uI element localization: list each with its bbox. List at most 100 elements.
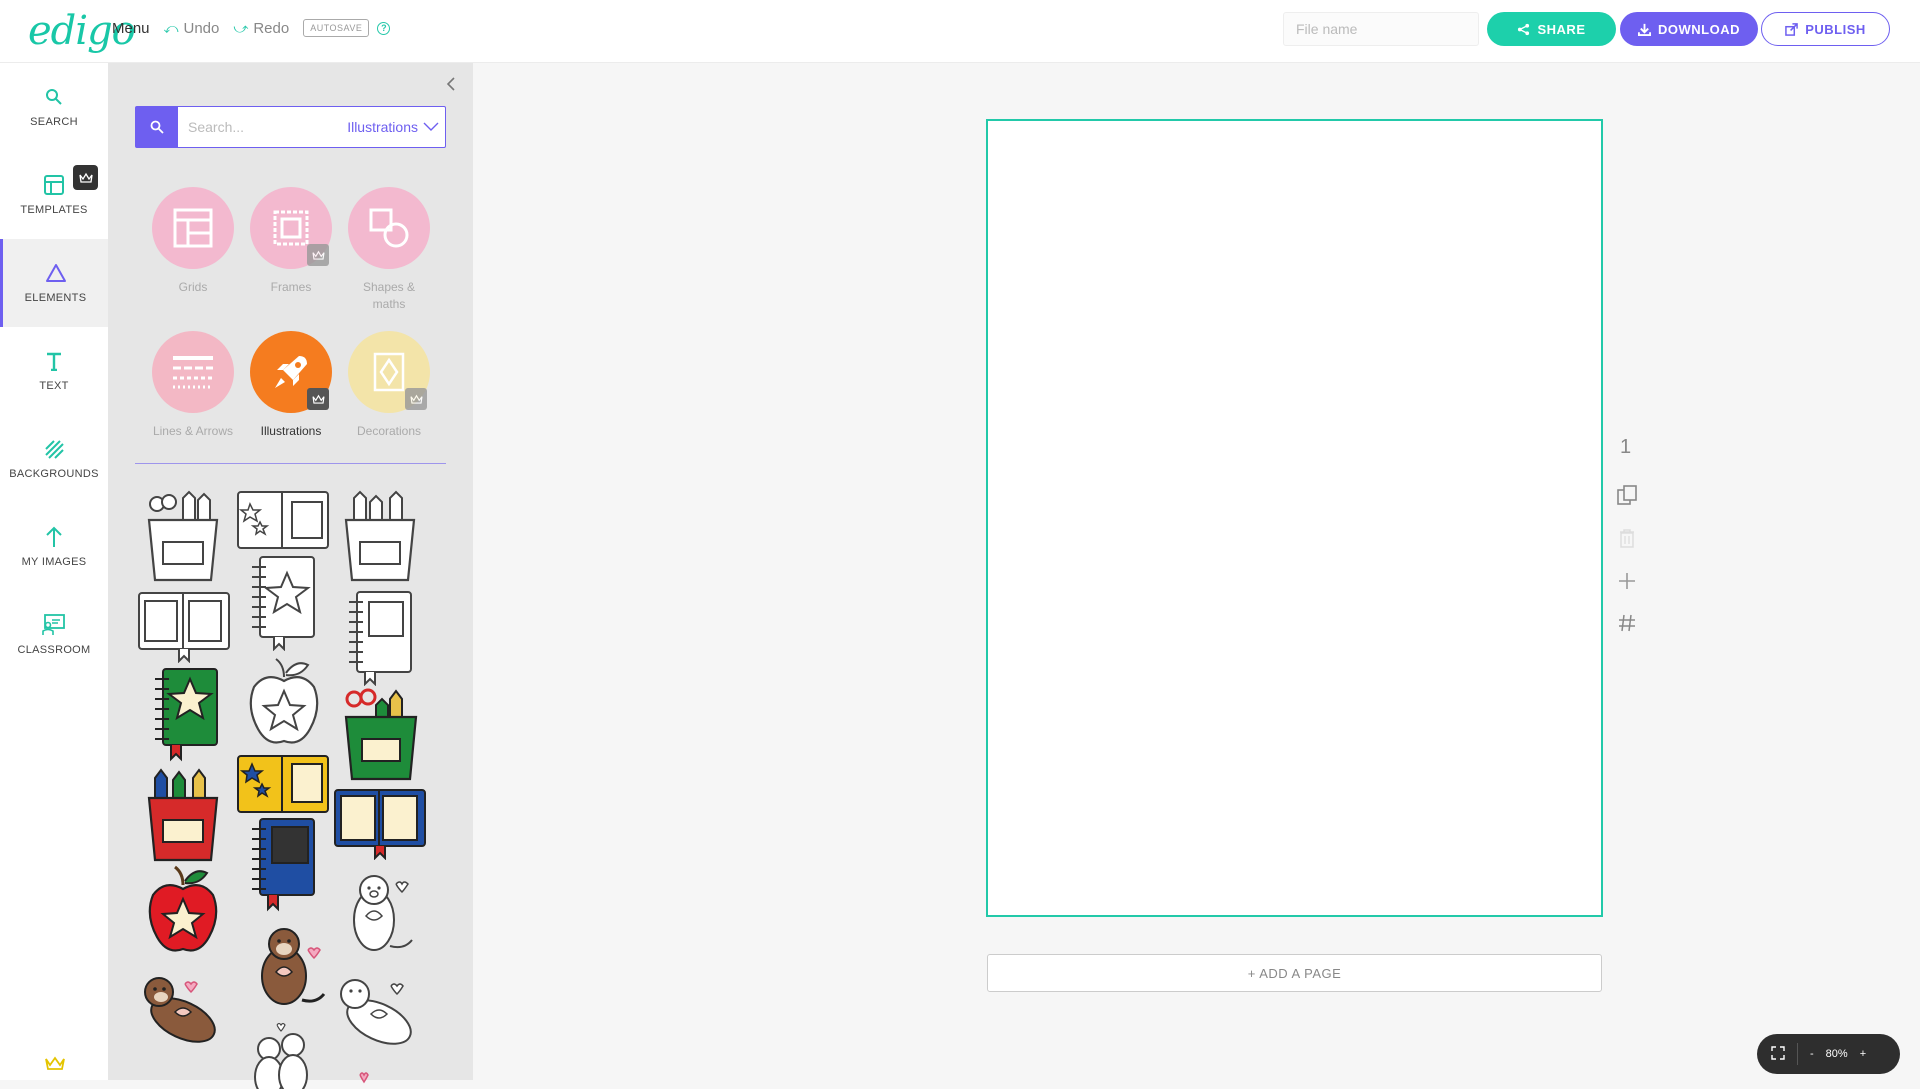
- autosave-toggle[interactable]: AUTOSAVE: [303, 19, 370, 37]
- share-label: SHARE: [1537, 21, 1586, 37]
- grids-icon: [152, 187, 234, 269]
- share-icon: [1518, 23, 1530, 35]
- category-dropdown-value: Illustrations: [347, 119, 418, 135]
- rail-item-search[interactable]: SEARCH: [0, 63, 108, 151]
- hearts-illustration[interactable]: [357, 1070, 377, 1086]
- blue-open-notebook-illustration[interactable]: [333, 788, 429, 860]
- element-search: Illustrations: [135, 106, 446, 148]
- search-input[interactable]: [178, 108, 338, 146]
- text-icon: [45, 350, 63, 372]
- publish-icon: [1785, 22, 1799, 36]
- apple-outline-illustration[interactable]: [246, 657, 322, 749]
- chevron-down-icon: [423, 122, 439, 131]
- upload-arrow-icon: [45, 526, 63, 548]
- top-nav: Menu ⤺ Undo ⤻ Redo AUTOSAVE ?: [112, 19, 391, 37]
- otter-outline-floating-illustration[interactable]: [335, 972, 425, 1058]
- green-pencil-cup-illustration[interactable]: [340, 687, 422, 783]
- redo-button[interactable]: ⤻ Redo: [233, 20, 289, 37]
- duplicate-page-icon[interactable]: [1615, 483, 1639, 507]
- pencil-cup-outline-illustration[interactable]: [143, 490, 223, 585]
- red-pencil-cup-illustration[interactable]: [143, 768, 223, 864]
- rail-item-classroom[interactable]: CLASSROOM: [0, 591, 108, 679]
- redo-label: Redo: [253, 19, 290, 37]
- brown-otter-illustration[interactable]: [246, 922, 328, 1012]
- rail-item-templates[interactable]: TEMPLATES: [0, 151, 108, 239]
- premium-crown-icon: [307, 244, 329, 266]
- category-label: Shapes & maths: [362, 280, 416, 311]
- rail-item-elements[interactable]: ELEMENTS: [0, 239, 108, 327]
- category-decorations[interactable]: Decorations: [348, 331, 430, 440]
- green-star-notebook-illustration[interactable]: [149, 667, 221, 763]
- classroom-icon: [42, 614, 66, 636]
- category-label: Decorations: [356, 424, 422, 438]
- open-notebook-outline-illustration[interactable]: [137, 591, 231, 663]
- spiral-notebook-outline-illustration[interactable]: [343, 590, 415, 686]
- yellow-open-notebook-illustration[interactable]: [236, 754, 332, 816]
- delete-page-icon[interactable]: [1615, 526, 1639, 550]
- rail-label: SEARCH: [30, 116, 78, 128]
- category-shapes-maths[interactable]: Shapes & maths: [348, 187, 430, 313]
- panel-divider: [135, 463, 446, 464]
- share-button[interactable]: SHARE: [1487, 12, 1616, 46]
- premium-crown-icon: [405, 388, 427, 410]
- search-button[interactable]: [136, 107, 178, 147]
- otter-outline-illustration[interactable]: [338, 870, 418, 956]
- publish-label: PUBLISH: [1805, 21, 1866, 37]
- otter-pair-outline-illustration[interactable]: [241, 1019, 325, 1089]
- category-label: Illustrations: [260, 424, 322, 438]
- premium-crown-icon: [73, 165, 98, 190]
- zoom-bar: - 80% +: [1757, 1034, 1900, 1074]
- stripes-icon: [44, 438, 64, 460]
- illustration-grid: [135, 485, 446, 1089]
- search-icon: [45, 86, 63, 108]
- category-frames[interactable]: Frames: [250, 187, 332, 296]
- pencil-cup-outline-illustration[interactable]: [340, 490, 420, 585]
- red-apple-star-illustration[interactable]: [145, 865, 221, 959]
- category-illustrations[interactable]: Illustrations: [250, 331, 332, 440]
- undo-label: Undo: [183, 19, 220, 37]
- rocket-icon: [250, 331, 332, 413]
- spiral-notebook-star-outline-illustration[interactable]: [246, 555, 318, 651]
- open-notebook-stars-illustration[interactable]: [236, 490, 332, 552]
- category-label: Grids: [178, 280, 208, 294]
- search-icon: [150, 120, 164, 134]
- triangle-icon: [45, 262, 67, 284]
- fullscreen-icon[interactable]: [1771, 1045, 1785, 1063]
- zoom-out-button[interactable]: -: [1810, 1048, 1814, 1060]
- blue-spiral-notebook-illustration[interactable]: [246, 817, 318, 913]
- rail-item-backgrounds[interactable]: BACKGROUNDS: [0, 415, 108, 503]
- help-icon[interactable]: ?: [377, 21, 391, 35]
- premium-crown-icon: [307, 388, 329, 410]
- category-lines-arrows[interactable]: Lines & Arrows: [152, 331, 234, 440]
- collapse-panel-icon[interactable]: [446, 76, 456, 97]
- add-page-plus-icon[interactable]: [1615, 569, 1639, 593]
- file-name-input[interactable]: [1283, 12, 1479, 46]
- rail-label: ELEMENTS: [24, 292, 87, 304]
- grid-hash-icon[interactable]: [1615, 611, 1639, 635]
- zoom-in-button[interactable]: +: [1860, 1048, 1866, 1060]
- zoom-level: 80%: [1825, 1048, 1848, 1060]
- publish-button[interactable]: PUBLISH: [1761, 12, 1890, 46]
- rail-item-my-images[interactable]: MY IMAGES: [0, 503, 108, 591]
- page-number: 1: [1620, 436, 1632, 458]
- category-label: Lines & Arrows: [152, 424, 234, 438]
- category-dropdown[interactable]: Illustrations: [347, 119, 439, 135]
- download-label: DOWNLOAD: [1658, 21, 1740, 37]
- download-icon: [1638, 23, 1651, 36]
- rail-item-text[interactable]: TEXT: [0, 327, 108, 415]
- menu-button[interactable]: Menu: [112, 20, 150, 37]
- undo-button[interactable]: ⤺ Undo: [164, 20, 220, 37]
- lines-icon: [152, 331, 234, 413]
- template-icon: [44, 174, 64, 196]
- design-page[interactable]: [986, 119, 1603, 917]
- rail-label: TEXT: [39, 380, 69, 392]
- rail-label: TEMPLATES: [20, 204, 88, 216]
- rail-label: BACKGROUNDS: [9, 468, 99, 480]
- add-page-button[interactable]: + ADD A PAGE: [987, 954, 1602, 992]
- category-grids[interactable]: Grids: [152, 187, 234, 296]
- brown-otter-floating-illustration[interactable]: [139, 970, 229, 1056]
- premium-crown-icon[interactable]: [44, 1055, 66, 1076]
- download-button[interactable]: DOWNLOAD: [1620, 12, 1758, 46]
- rail-label: CLASSROOM: [17, 644, 91, 656]
- zoom-separator: [1797, 1043, 1798, 1065]
